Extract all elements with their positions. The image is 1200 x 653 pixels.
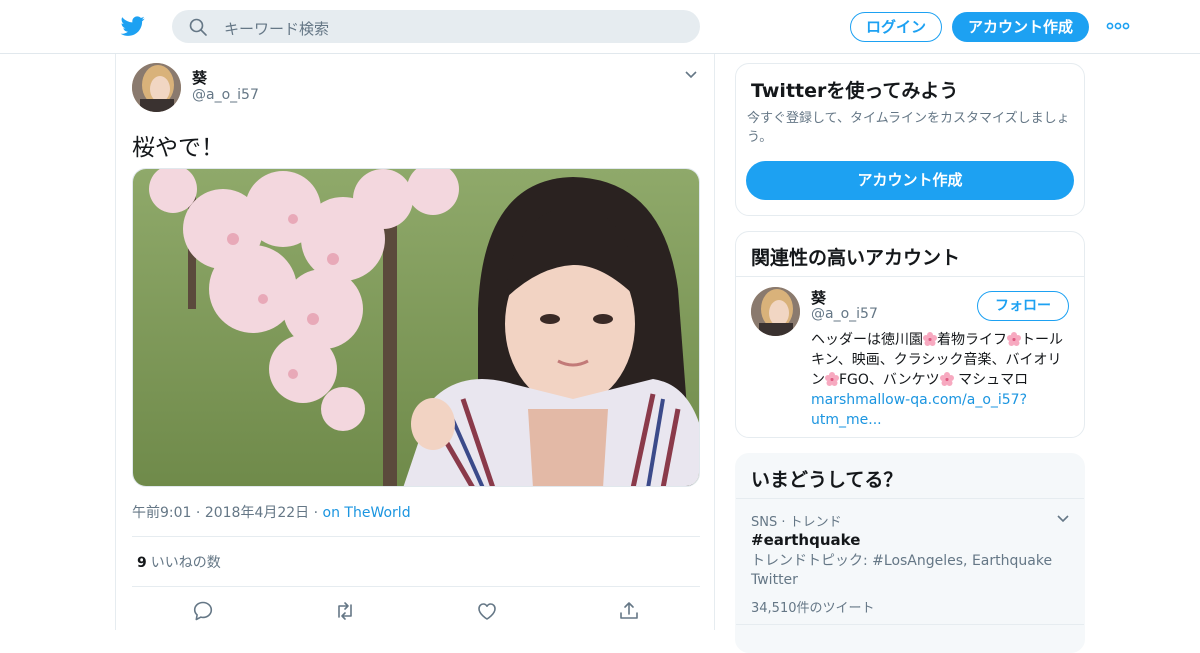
tweet-timestamp: 午前9:01 · 2018年4月22日 · on TheWorld <box>132 502 411 522</box>
divider <box>132 586 700 587</box>
bio-link[interactable]: marshmallow-qa.com/a_o_i57?utm_me... <box>811 392 1027 428</box>
retweet-icon[interactable] <box>334 600 356 622</box>
top-nav-bar: キーワード検索 ログイン アカウント作成 <box>0 0 1200 54</box>
meta-separator: · <box>195 505 205 521</box>
trend-tweet-count: 34,510件のツイート <box>751 601 875 616</box>
chevron-down-icon[interactable] <box>1056 514 1070 524</box>
tweet-time[interactable]: 午前9:01 <box>132 505 191 521</box>
tweet-date[interactable]: 2018年4月22日 <box>205 505 309 521</box>
search-input[interactable]: キーワード検索 <box>224 18 329 39</box>
related-account-handle[interactable]: @a_o_i57 <box>811 306 878 322</box>
divider <box>736 624 1084 625</box>
trends-header: いまどうしてる？ <box>736 454 1084 499</box>
signup-card-button[interactable]: アカウント作成 <box>746 161 1074 200</box>
bio-text: ヘッダーは徳川園 <box>811 332 923 348</box>
related-account-name[interactable]: 葵 <box>811 287 826 308</box>
related-accounts-card: 関連性の高いアカウント 葵 @a_o_i57 フォロー ヘッダーは徳川園 着物ライ… <box>735 231 1085 438</box>
more-options-icon[interactable] <box>1106 20 1130 32</box>
likes-count: 9 <box>137 555 147 571</box>
related-accounts-title: 関連性の高いアカウント <box>751 247 961 269</box>
share-icon[interactable] <box>618 600 640 622</box>
bio-text: 着物ライフ <box>937 332 1007 348</box>
chevron-down-icon[interactable] <box>684 70 698 80</box>
bio-text: FGO、バンケツ <box>839 372 940 388</box>
tweet-source-link[interactable]: on TheWorld <box>323 505 411 521</box>
signup-button[interactable]: アカウント作成 <box>952 12 1089 42</box>
trend-topic: トレンドトピック: #LosAngeles, Earthquake Twitte… <box>751 553 1053 588</box>
author-handle[interactable]: @a_o_i57 <box>192 87 259 103</box>
twitter-bird-icon[interactable] <box>120 14 146 38</box>
search-box[interactable]: キーワード検索 <box>172 10 700 43</box>
avatar[interactable] <box>132 63 181 112</box>
search-icon <box>189 18 207 36</box>
author-name[interactable]: 葵 <box>192 67 207 88</box>
avatar[interactable] <box>751 287 800 336</box>
signup-card: Twitterを使ってみよう 今すぐ登録して、タイムラインをカスタマイズしましょ… <box>735 63 1085 216</box>
login-button[interactable]: ログイン <box>850 12 942 42</box>
likes-label: いいねの数 <box>150 555 221 571</box>
trend-category: SNS · トレンド <box>751 515 842 530</box>
signup-card-description: 今すぐ登録して、タイムラインをカスタマイズしましょう。 <box>747 111 1070 145</box>
cherry-blossom-icon <box>825 372 839 386</box>
bio-text: マシュマロ <box>953 372 1029 388</box>
related-accounts-header: 関連性の高いアカウント <box>736 232 1084 277</box>
cherry-blossom-icon <box>923 332 937 346</box>
tweet-text: 桜やで！ <box>132 135 224 161</box>
related-account-bio: ヘッダーは徳川園 着物ライフ トールキン、映画、クラシック音楽、バイオリン FGO、バ… <box>811 330 1073 430</box>
cherry-blossom-icon <box>1007 332 1021 346</box>
follow-button[interactable]: フォロー <box>977 291 1069 321</box>
signup-card-title: Twitterを使ってみよう <box>751 80 959 102</box>
tweet-detail: 葵 @a_o_i57 桜やで！ 午前9:01 · 2018年4月22日 · on… <box>115 54 715 630</box>
reply-icon[interactable] <box>192 600 214 622</box>
tweet-photo[interactable] <box>132 168 700 487</box>
divider <box>132 536 700 537</box>
trends-card: いまどうしてる？ SNS · トレンド #earthquake トレンドトピック… <box>735 453 1085 653</box>
trend-hashtag[interactable]: #earthquake <box>751 531 860 549</box>
trends-title: いまどうしてる？ <box>751 469 903 491</box>
cherry-blossom-icon <box>939 372 954 386</box>
like-heart-icon[interactable] <box>476 600 498 622</box>
likes-stat[interactable]: 9 いいねの数 <box>137 552 221 572</box>
meta-separator: · <box>313 505 323 521</box>
